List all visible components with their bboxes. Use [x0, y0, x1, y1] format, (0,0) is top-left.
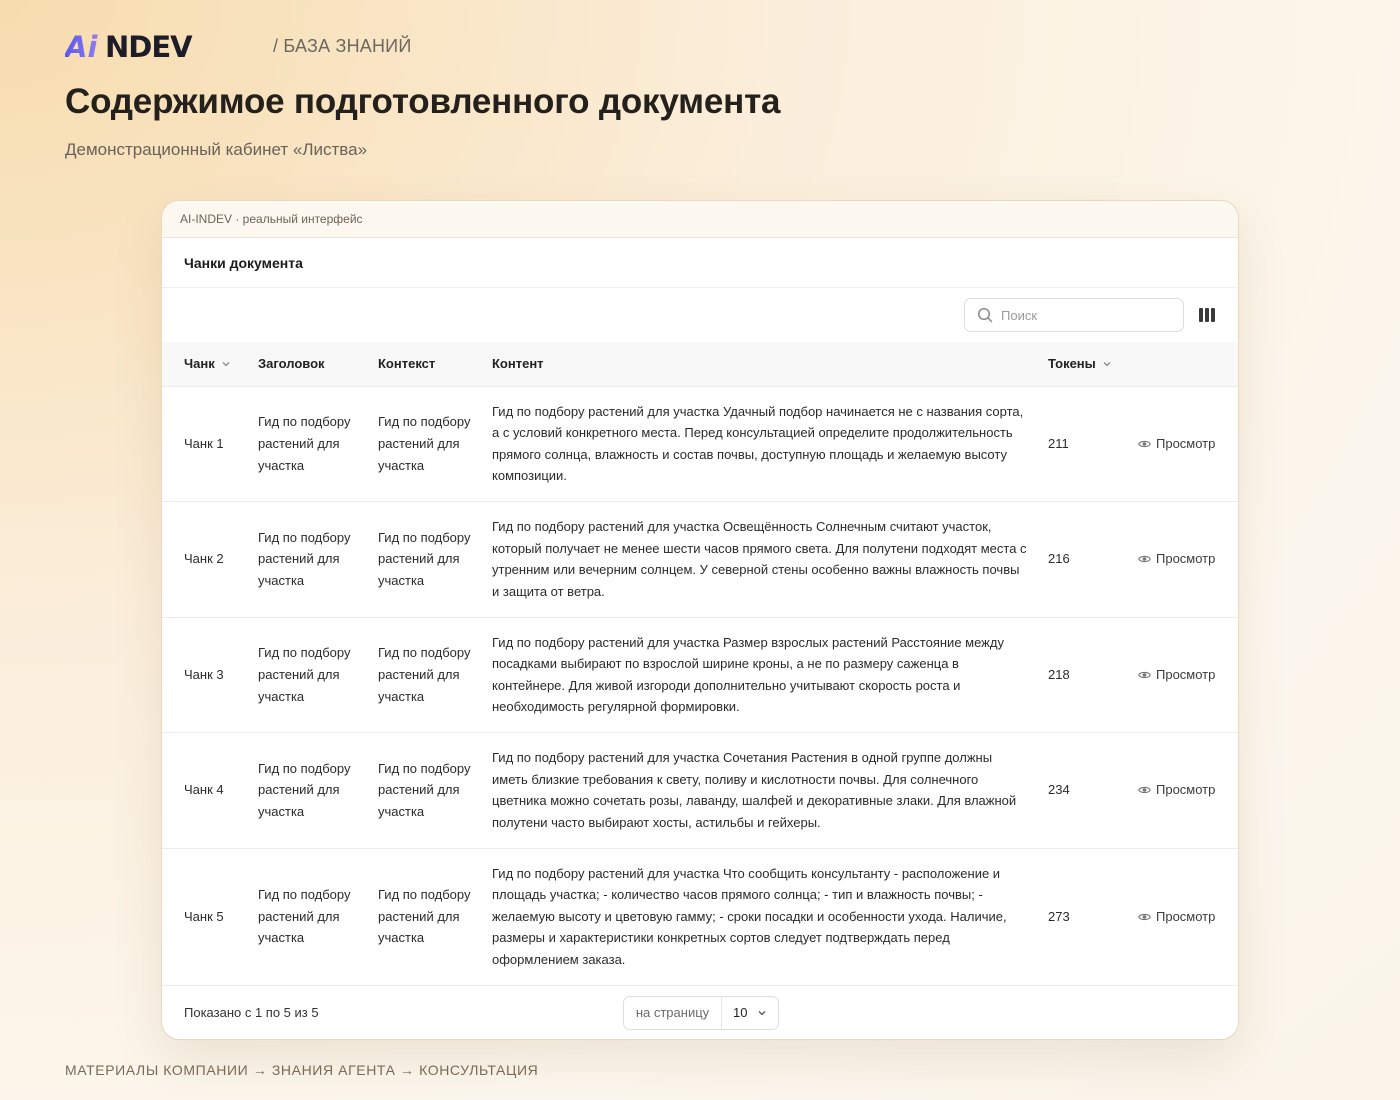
- search-box[interactable]: [964, 298, 1184, 332]
- brand-row: Ai NDEV / БАЗА ЗНАНИЙ: [65, 33, 411, 59]
- table-header-row: Чанк Заголовок Контекст Контент Токены: [162, 342, 1238, 387]
- cell-chunk: Чанк 4: [162, 732, 258, 849]
- cell-tokens: 234: [1048, 732, 1138, 849]
- eye-icon: [1138, 913, 1151, 920]
- table-toolbar: [162, 288, 1238, 342]
- card-header: Чанки документа: [162, 238, 1238, 288]
- table-row: Чанк 2 Гид по подбору растений для участ…: [162, 501, 1238, 618]
- column-header-content: Контент: [492, 342, 1048, 387]
- svg-text:Ai: Ai: [65, 33, 98, 59]
- pagination-summary: Показано с 1 по 5 из 5: [184, 1004, 319, 1020]
- cell-chunk: Чанк 5: [162, 848, 258, 986]
- cell-title: Гид по подбору растений для участка: [258, 386, 378, 502]
- cell-chunk: Чанк 3: [162, 617, 258, 733]
- table-row: Чанк 4 Гид по подбору растений для участ…: [162, 732, 1238, 849]
- cell-chunk: Чанк 1: [162, 386, 258, 502]
- column-header-context: Контекст: [378, 342, 492, 387]
- cell-tokens: 218: [1048, 617, 1138, 733]
- per-page-control: на страницу 10: [623, 995, 779, 1030]
- cell-context: Гид по подбору растений для участка: [378, 617, 492, 733]
- cell-tokens: 273: [1048, 848, 1138, 986]
- column-header-title: Заголовок: [258, 342, 378, 387]
- cell-action: Просмотр: [1138, 732, 1238, 849]
- cell-title: Гид по подбору растений для участка: [258, 848, 378, 986]
- card-title: Чанки документа: [184, 254, 303, 271]
- cell-title: Гид по подбору растений для участка: [258, 617, 378, 733]
- cell-action: Просмотр: [1138, 848, 1238, 986]
- app-frame: AI-INDEV · реальный интерфейс Чанки доку…: [161, 200, 1239, 1040]
- company-logo[interactable]: Ai NDEV: [65, 33, 251, 59]
- cell-context: Гид по подбору растений для участка: [378, 386, 492, 502]
- cell-action: Просмотр: [1138, 617, 1238, 733]
- cell-action: Просмотр: [1138, 386, 1238, 502]
- view-button[interactable]: Просмотр: [1138, 779, 1238, 801]
- view-button[interactable]: Просмотр: [1138, 664, 1238, 686]
- cell-action: Просмотр: [1138, 501, 1238, 618]
- sort-chevron-icon: [1103, 361, 1111, 367]
- cell-title: Гид по подбору растений для участка: [258, 732, 378, 849]
- page-title: Содержимое подготовленного документа: [65, 82, 781, 121]
- eye-icon: [1138, 671, 1151, 678]
- cell-tokens: 216: [1048, 501, 1138, 618]
- cell-context: Гид по подбору растений для участка: [378, 732, 492, 849]
- page-subtitle: Демонстрационный кабинет «Листва»: [65, 140, 368, 159]
- per-page-select[interactable]: 10: [722, 1005, 778, 1020]
- chevron-down-icon: [759, 1010, 766, 1015]
- chunks-table: Чанк Заголовок Контекст Контент Токены Ч…: [162, 342, 1238, 986]
- cell-context: Гид по подбору растений для участка: [378, 501, 492, 618]
- view-button[interactable]: Просмотр: [1138, 548, 1238, 570]
- flow-caption: МАТЕРИАЛЫ КОМПАНИИ → ЗНАНИЯ АГЕНТА → КОН…: [65, 1062, 539, 1078]
- per-page-value: 10: [733, 1005, 748, 1020]
- sort-chevron-icon: [222, 361, 230, 367]
- table-row: Чанк 3 Гид по подбору растений для участ…: [162, 617, 1238, 733]
- cell-title: Гид по подбору растений для участка: [258, 501, 378, 618]
- cell-content: Гид по подбору растений для участка Осве…: [492, 501, 1048, 618]
- columns-toggle-button[interactable]: [1198, 307, 1216, 323]
- cell-content: Гид по подбору растений для участка Удач…: [492, 386, 1048, 502]
- column-header-tokens[interactable]: Токены: [1048, 342, 1138, 387]
- table-row: Чанк 5 Гид по подбору растений для участ…: [162, 848, 1238, 986]
- cell-content: Гид по подбору растений для участка Что …: [492, 848, 1048, 986]
- svg-text:NDEV: NDEV: [105, 33, 193, 59]
- eye-icon: [1138, 556, 1151, 563]
- cell-content: Гид по подбору растений для участка Соче…: [492, 732, 1048, 849]
- cell-content: Гид по подбору растений для участка Разм…: [492, 617, 1048, 733]
- search-input[interactable]: [1001, 307, 1171, 323]
- columns-icon: [1199, 308, 1215, 322]
- per-page-label: на страницу: [624, 996, 722, 1029]
- cell-tokens: 211: [1048, 386, 1138, 502]
- table-footer: Показано с 1 по 5 из 5 на страницу 10: [162, 986, 1238, 1039]
- frame-label: AI-INDEV · реальный интерфейс: [162, 201, 1238, 238]
- column-header-actions: [1138, 342, 1238, 387]
- view-button[interactable]: Просмотр: [1138, 906, 1238, 928]
- eye-icon: [1138, 440, 1151, 447]
- table-row: Чанк 1 Гид по подбору растений для участ…: [162, 386, 1238, 502]
- search-icon: [977, 307, 993, 323]
- view-button[interactable]: Просмотр: [1138, 433, 1238, 455]
- breadcrumb-section[interactable]: / БАЗА ЗНАНИЙ: [273, 36, 411, 57]
- cell-context: Гид по подбору растений для участка: [378, 848, 492, 986]
- column-header-chunk[interactable]: Чанк: [162, 342, 258, 387]
- eye-icon: [1138, 787, 1151, 794]
- cell-chunk: Чанк 2: [162, 501, 258, 618]
